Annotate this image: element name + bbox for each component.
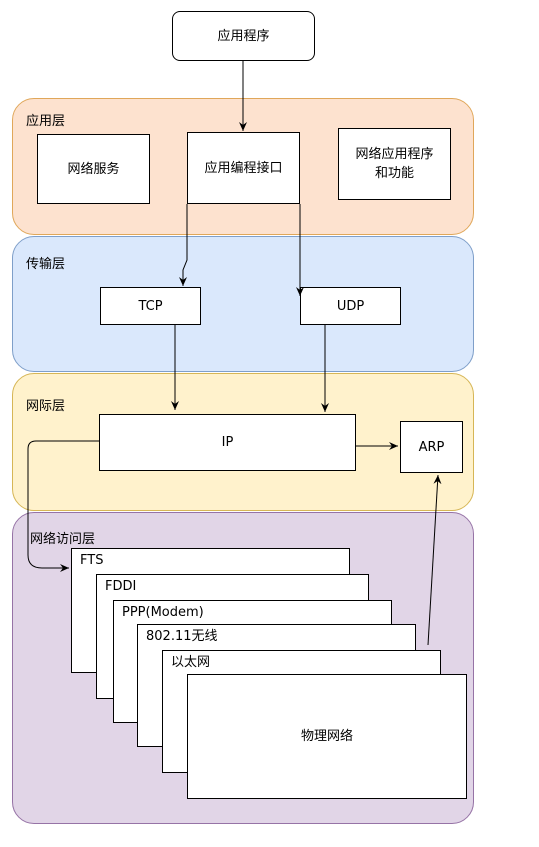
arrow-api-to-tcp xyxy=(179,204,188,286)
arrow-ip-to-fts xyxy=(27,440,99,572)
connector-arrows xyxy=(27,61,442,646)
arrow-ethernet-to-arp xyxy=(427,474,442,646)
